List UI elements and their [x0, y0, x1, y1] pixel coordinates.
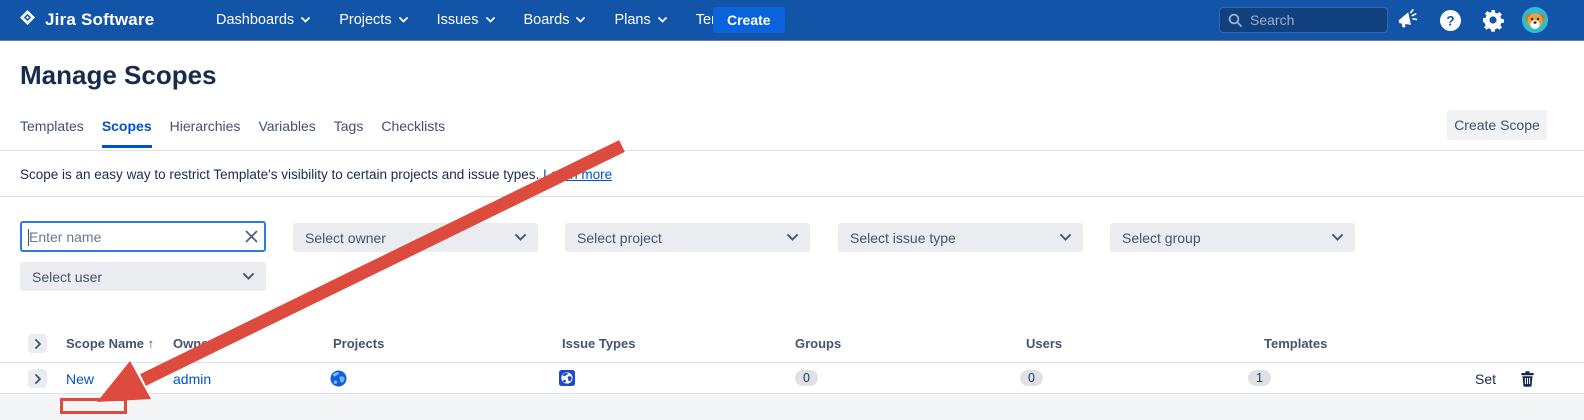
set-link[interactable]: Set — [1475, 371, 1496, 387]
chevron-down-icon — [658, 17, 667, 23]
scope-name-link[interactable]: New — [66, 371, 94, 387]
column-issue-types[interactable]: Issue Types — [562, 336, 635, 351]
jira-logo[interactable]: Jira Software — [18, 0, 154, 40]
chevron-down-icon — [787, 234, 798, 241]
owner-filter-select[interactable]: Select owner — [293, 223, 538, 252]
nav-item-issues[interactable]: Issues — [437, 12, 495, 28]
column-groups[interactable]: Groups — [795, 336, 841, 351]
clear-icon[interactable] — [238, 230, 264, 243]
create-button[interactable]: Create — [713, 7, 785, 33]
annotation-overlay — [0, 0, 1584, 420]
groups-count-badge: 0 — [795, 370, 818, 386]
text-caret — [28, 229, 29, 246]
tab-tags[interactable]: Tags — [334, 118, 364, 148]
chevron-right-icon — [35, 374, 41, 384]
brand-name: Jira Software — [45, 10, 154, 30]
column-scope-name[interactable]: Scope Name ↑ — [66, 336, 154, 351]
group-filter-select[interactable]: Select group — [1110, 223, 1355, 252]
tab-checklists[interactable]: Checklists — [381, 118, 445, 148]
column-owners[interactable]: Owners — [173, 336, 221, 351]
nav-item-projects[interactable]: Projects — [339, 12, 407, 28]
create-scope-button[interactable]: Create Scope — [1447, 110, 1547, 140]
chevron-right-icon — [35, 339, 41, 349]
chevron-down-icon — [576, 17, 585, 23]
gear-icon[interactable] — [1481, 8, 1505, 32]
expand-all-button[interactable] — [28, 334, 47, 353]
svg-text:?: ? — [1446, 13, 1454, 28]
help-icon[interactable]: ? — [1438, 8, 1462, 32]
scope-name-filter — [20, 221, 266, 252]
sort-asc-icon[interactable]: ↑ — [148, 336, 155, 351]
column-users[interactable]: Users — [1026, 336, 1062, 351]
chevron-down-icon — [1060, 234, 1071, 241]
learn-more-link[interactable]: Learn more — [543, 167, 612, 182]
search-placeholder: Search — [1250, 12, 1294, 28]
owner-link[interactable]: admin — [173, 371, 211, 387]
jira-diamond-icon — [18, 8, 37, 32]
issue-type-filter-select[interactable]: Select issue type — [838, 223, 1083, 252]
page-footer-area — [0, 394, 1584, 420]
tab-scopes[interactable]: Scopes — [102, 118, 152, 148]
name-filter-input[interactable] — [22, 229, 238, 245]
search-icon — [1228, 13, 1242, 27]
tab-variables[interactable]: Variables — [258, 118, 315, 148]
chevron-down-icon — [486, 17, 495, 23]
top-nav-bar: Jira Software Dashboards Projects Issues… — [0, 0, 1584, 40]
divider — [0, 196, 1584, 197]
user-filter-select[interactable]: Select user — [20, 262, 266, 291]
search-input[interactable]: Search — [1219, 7, 1388, 33]
scope-description: Scope is an easy way to restrict Templat… — [20, 167, 612, 182]
page-title: Manage Scopes — [20, 60, 217, 91]
tab-templates[interactable]: Templates — [20, 118, 84, 148]
nav-item-dashboards[interactable]: Dashboards — [216, 12, 310, 28]
nav-menu: Dashboards Projects Issues Boards Plans … — [216, 0, 778, 40]
templates-count-badge: 1 — [1248, 370, 1271, 386]
chevron-down-icon — [301, 17, 310, 23]
tab-bar: Templates Scopes Hierarchies Variables T… — [20, 118, 445, 148]
chevron-down-icon — [243, 273, 254, 280]
column-templates[interactable]: Templates — [1264, 336, 1327, 351]
nav-item-boards[interactable]: Boards — [524, 12, 586, 28]
tab-hierarchies[interactable]: Hierarchies — [170, 118, 241, 148]
announcements-icon[interactable] — [1396, 8, 1420, 32]
column-projects[interactable]: Projects — [333, 336, 384, 351]
nav-item-plans[interactable]: Plans — [614, 12, 666, 28]
chevron-down-icon — [399, 17, 408, 23]
divider — [0, 362, 1584, 363]
divider — [0, 150, 1584, 151]
issue-type-global-icon — [559, 370, 575, 391]
project-filter-select[interactable]: Select project — [565, 223, 810, 252]
user-avatar[interactable] — [1522, 7, 1548, 33]
chevron-down-icon — [515, 234, 526, 241]
chevron-down-icon — [1332, 234, 1343, 241]
row-expand-button[interactable] — [28, 369, 47, 388]
users-count-badge: 0 — [1020, 370, 1043, 386]
manage-scopes-page: Jira Software Dashboards Projects Issues… — [0, 0, 1584, 420]
trash-icon[interactable] — [1519, 370, 1536, 392]
projects-globe-icon — [330, 370, 347, 392]
